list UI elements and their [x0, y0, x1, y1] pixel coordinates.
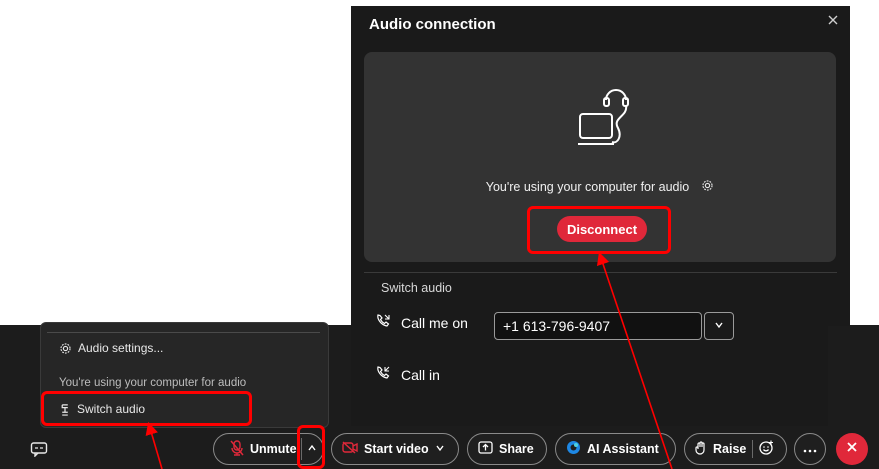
audio-status-panel: You're using your computer for audio Dis…: [364, 52, 836, 262]
call-me-option[interactable]: Call me on: [375, 313, 468, 332]
muted-mic-icon: [230, 439, 244, 459]
disconnect-button[interactable]: Disconnect: [557, 216, 647, 242]
audio-connection-dialog: Audio connection You're using your compu…: [351, 6, 850, 326]
audio-settings-item[interactable]: Audio settings...: [59, 341, 163, 355]
ai-assistant-button[interactable]: AI Assistant: [555, 433, 676, 465]
share-button[interactable]: Share: [467, 433, 547, 465]
chevron-down-icon[interactable]: [435, 442, 445, 456]
audio-status-text: You're using your computer for audio: [485, 180, 690, 194]
audio-status: You're using your computer for audio: [364, 179, 836, 195]
phone-dropdown[interactable]: [704, 312, 734, 340]
switch-audio-icon: [59, 403, 71, 416]
close-icon[interactable]: [826, 13, 840, 27]
unmute-label: Unmute: [250, 442, 297, 456]
start-video-button[interactable]: Start video: [331, 433, 459, 465]
switch-audio-heading: Switch audio: [381, 281, 452, 295]
call-in-option[interactable]: Call in: [375, 365, 440, 384]
phone-number-field[interactable]: +1 613-796-9407: [494, 312, 702, 340]
share-icon: [478, 441, 493, 457]
reaction-icon[interactable]: [759, 440, 774, 458]
phone-outgoing-icon: [375, 313, 391, 332]
call-me-label: Call me on: [401, 314, 468, 331]
start-video-label: Start video: [364, 442, 429, 456]
audio-menu: Audio settings... You're using your comp…: [40, 322, 329, 428]
raise-label: Raise: [713, 442, 747, 456]
computer-headset-icon: [578, 76, 638, 161]
captions-icon[interactable]: [30, 441, 48, 458]
phone-incoming-icon: [375, 365, 391, 384]
audio-status-text: You're using your computer for audio: [59, 377, 247, 389]
switch-audio-item[interactable]: Switch audio: [59, 402, 145, 416]
share-label: Share: [499, 442, 534, 456]
switch-audio-label: Switch audio: [77, 402, 146, 416]
hand-icon: [695, 440, 707, 458]
audio-settings-label: Audio settings...: [78, 341, 164, 355]
menu-divider: [47, 332, 320, 333]
ai-assistant-label: AI Assistant: [587, 442, 659, 456]
close-icon: [846, 440, 858, 458]
leave-meeting-button[interactable]: [836, 433, 868, 465]
chevron-up-icon[interactable]: [307, 442, 317, 456]
section-divider: [364, 272, 837, 273]
chevron-down-icon: [714, 317, 724, 335]
unmute-button[interactable]: Unmute: [213, 433, 324, 465]
video-off-icon: [342, 441, 358, 457]
more-icon: [803, 442, 817, 456]
dialog-title: Audio connection: [369, 16, 496, 33]
switch-audio-options: Call me on +1 613-796-9407 Call in: [351, 300, 828, 426]
ai-assistant-icon: [566, 440, 581, 458]
raise-hand-button[interactable]: Raise: [684, 433, 787, 465]
more-options-button[interactable]: [794, 433, 826, 465]
call-in-label: Call in: [401, 366, 440, 383]
gear-icon: [59, 342, 72, 355]
gear-icon[interactable]: [701, 179, 714, 195]
